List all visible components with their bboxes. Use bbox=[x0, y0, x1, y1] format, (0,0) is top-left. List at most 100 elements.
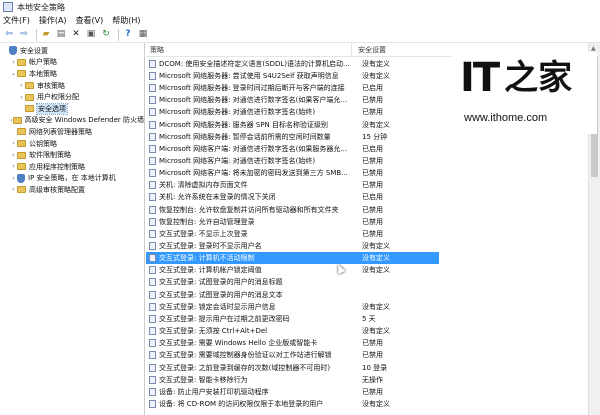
tree-item[interactable]: › 用户权限分配 bbox=[0, 91, 144, 103]
policy-row[interactable]: 交互式登录: 登录时不显示用户名 没有定义 bbox=[146, 240, 439, 252]
tree-item[interactable]: 安全选项 bbox=[0, 102, 144, 115]
tree-item[interactable]: 安全设置 bbox=[0, 45, 144, 57]
expand-chevron-icon[interactable]: ⌄ bbox=[10, 70, 17, 77]
tree-item[interactable]: › 软件限制策略 bbox=[0, 149, 144, 161]
policy-name: Microsoft 网络服务器: 尝试使用 S4U2Self 获取声明信息 bbox=[159, 71, 339, 80]
column-header-setting[interactable]: 安全设置 bbox=[352, 45, 386, 55]
policy-icon bbox=[149, 71, 156, 80]
policy-row[interactable]: Microsoft 网络服务器: 对通信进行数字签名(始终) 已禁用 bbox=[146, 107, 439, 119]
expand-chevron-icon[interactable]: › bbox=[18, 94, 25, 101]
tree-item[interactable]: › IP 安全策略，在 本地计算机 bbox=[0, 173, 144, 185]
folder-icon bbox=[17, 163, 26, 171]
policy-row[interactable]: 交互式登录: 提示用户在过期之前更改密码 5 天 bbox=[146, 313, 439, 325]
policy-icon bbox=[149, 108, 156, 117]
policy-setting: 15 分钟 bbox=[362, 132, 388, 141]
policy-setting: 没有定义 bbox=[362, 59, 390, 68]
tree-item[interactable]: 网络列表管理器策略 bbox=[0, 126, 144, 138]
tree-item[interactable]: › 高级审核策略配置 bbox=[0, 184, 144, 196]
tree-item-label: 网络列表管理器策略 bbox=[29, 127, 92, 136]
tree-item-label: 高级审核策略配置 bbox=[29, 185, 85, 194]
expand-chevron-icon[interactable]: › bbox=[18, 82, 25, 89]
tree-item[interactable]: ⌄ 本地策略 bbox=[0, 68, 144, 80]
policy-row[interactable]: Microsoft 网络服务器: 登录时间过期后断开与客户端的连接 已启用 bbox=[146, 82, 439, 94]
policy-row[interactable]: 交互式登录: 无须按 Ctrl+Alt+Del 没有定义 bbox=[146, 325, 439, 337]
policy-icon bbox=[149, 266, 156, 275]
policy-icon bbox=[149, 387, 156, 396]
tree-item-label: 软件限制策略 bbox=[29, 151, 71, 160]
policy-row[interactable]: 交互式登录: 之前登录到缓存的次数(域控制器不可用时) 10 登录 bbox=[146, 362, 439, 374]
export-icon[interactable]: ▣ bbox=[85, 29, 97, 41]
delete-icon[interactable]: ✕ bbox=[70, 29, 82, 41]
expand-chevron-icon[interactable]: › bbox=[10, 152, 17, 159]
view-icon[interactable]: ▦ bbox=[137, 29, 149, 41]
policy-name: Microsoft 网络服务器: 服务器 SPN 目标名称验证级别 bbox=[159, 120, 329, 129]
policy-name: Microsoft 网络客户端: 将未加密的密码发送到第三方 SMB... bbox=[159, 169, 348, 178]
menu-help[interactable]: 帮助(H) bbox=[112, 15, 140, 26]
tree-item[interactable]: › 应用程序控制策略 bbox=[0, 161, 144, 173]
tree-item-label: 安全设置 bbox=[20, 46, 48, 55]
expand-chevron-icon[interactable]: › bbox=[10, 186, 17, 193]
policy-row[interactable]: 关机: 允许系统在未登录的情况下关闭 已启用 bbox=[146, 192, 439, 204]
policy-row[interactable]: 交互式登录: 需要 Windows Hello 企业版或智能卡 已禁用 bbox=[146, 337, 439, 349]
refresh-icon[interactable]: ↻ bbox=[100, 29, 112, 41]
policy-name: 交互式登录: 锁定会话时显示用户信息 bbox=[159, 302, 276, 311]
policy-row[interactable]: 关机: 清除虚拟内存页面文件 已禁用 bbox=[146, 180, 439, 192]
policy-name: 设备: 防止用户安装打印机驱动程序 bbox=[159, 387, 269, 396]
policy-row[interactable]: Microsoft 网络客户端: 对通信进行数字签名(如果服务器允... 已启用 bbox=[146, 143, 439, 155]
policy-row[interactable]: Microsoft 网络客户端: 将未加密的密码发送到第三方 SMB... 已禁用 bbox=[146, 167, 439, 179]
policy-name: 关机: 清除虚拟内存页面文件 bbox=[159, 181, 248, 190]
policy-name: 交互式登录: 试图登录的用户的消息文本 bbox=[159, 290, 283, 299]
help-icon[interactable]: ? bbox=[122, 29, 134, 41]
policy-row[interactable]: Microsoft 网络服务器: 暂停会话前所需的空闲时间数量 15 分钟 bbox=[146, 131, 439, 143]
menu-file[interactable]: 文件(F) bbox=[3, 15, 30, 26]
policy-row[interactable]: 交互式登录: 智能卡移除行为 无操作 bbox=[146, 374, 439, 386]
policy-row[interactable]: 交互式登录: 锁定会话时显示用户信息 没有定义 bbox=[146, 301, 439, 313]
policy-icon bbox=[149, 229, 156, 238]
policy-row[interactable]: 恢复控制台: 允许软盘复制并访问所有驱动器和所有文件夹 已禁用 bbox=[146, 204, 439, 216]
watermark-url: www.ithome.com bbox=[464, 112, 548, 124]
policy-row[interactable]: Microsoft 网络服务器: 服务器 SPN 目标名称验证级别 没有定义 bbox=[146, 119, 439, 131]
tree-item[interactable]: › 审核策略 bbox=[0, 80, 144, 92]
properties-icon[interactable]: ▤ bbox=[55, 29, 67, 41]
policy-setting: 没有定义 bbox=[362, 120, 390, 129]
policy-row[interactable]: 交互式登录: 需要域控制器身份验证以对工作站进行解锁 已禁用 bbox=[146, 350, 439, 362]
policy-name: 交互式登录: 智能卡移除行为 bbox=[159, 375, 248, 384]
expand-chevron-icon[interactable]: › bbox=[10, 59, 17, 66]
policy-name: Microsoft 网络客户端: 对通信进行数字签名(如果服务器允... bbox=[159, 144, 348, 153]
tree-item-label: IP 安全策略，在 本地计算机 bbox=[28, 174, 116, 183]
menu-view[interactable]: 查看(V) bbox=[76, 15, 104, 26]
expand-chevron-icon[interactable]: › bbox=[10, 175, 17, 182]
menu-action[interactable]: 操作(A) bbox=[39, 15, 67, 26]
folder-up-icon[interactable]: ▰ bbox=[40, 29, 52, 41]
policy-row[interactable]: Microsoft 网络服务器: 尝试使用 S4U2Self 获取声明信息 没有定… bbox=[146, 70, 439, 82]
expand-chevron-icon[interactable]: › bbox=[10, 163, 17, 170]
forward-arrow-icon[interactable]: ⇨ bbox=[18, 29, 30, 41]
window-title: 本地安全策略 bbox=[17, 2, 65, 12]
shield-icon bbox=[17, 173, 25, 183]
back-arrow-icon[interactable]: ⇦ bbox=[3, 29, 15, 41]
policy-row[interactable]: DCOM: 使用安全描述符定义语言(SDDL)语法的计算机启动... 没有定义 bbox=[146, 58, 439, 70]
policy-row[interactable]: 交互式登录: 试图登录的用户的消息文本 bbox=[146, 289, 439, 301]
policy-row[interactable]: 交互式登录: 计算机不活动限制 没有定义 bbox=[146, 252, 439, 264]
policy-row[interactable]: Microsoft 网络客户端: 对通信进行数字签名(始终) 已禁用 bbox=[146, 155, 439, 167]
scroll-up-icon[interactable]: ▲ bbox=[591, 45, 596, 52]
tree-item[interactable]: › 帐户策略 bbox=[0, 57, 144, 69]
policy-row[interactable]: 交互式登录: 计算机帐户锁定阈值 没有定义 bbox=[146, 265, 439, 277]
tree-item[interactable]: › 公钥策略 bbox=[0, 138, 144, 150]
policy-setting: 已启用 bbox=[362, 84, 383, 93]
policy-row[interactable]: Microsoft 网络服务器: 对通信进行数字签名(如果客户端允... 已禁用 bbox=[146, 94, 439, 106]
policy-row[interactable]: 设备: 防止用户安装打印机驱动程序 已禁用 bbox=[146, 386, 439, 398]
policy-row[interactable]: 设备: 将 CD-ROM 的访问权限仅限于本地登录的用户 没有定义 bbox=[146, 398, 439, 410]
expand-chevron-icon[interactable]: › bbox=[10, 140, 17, 147]
column-header-policy[interactable]: 策略 bbox=[146, 43, 352, 56]
policy-icon bbox=[149, 339, 156, 348]
policy-icon bbox=[149, 120, 156, 129]
policy-icon bbox=[149, 290, 156, 299]
policy-row[interactable]: 恢复控制台: 允许自动管理登录 已禁用 bbox=[146, 216, 439, 228]
policy-name: DCOM: 使用安全描述符定义语言(SDDL)语法的计算机启动... bbox=[159, 59, 350, 68]
tree-item[interactable]: › 高级安全 Windows Defender 防火墙 bbox=[0, 115, 144, 127]
policy-row[interactable]: 交互式登录: 试图登录的用户的消息标题 bbox=[146, 277, 439, 289]
policy-row[interactable]: 交互式登录: 不显示上次登录 已禁用 bbox=[146, 228, 439, 240]
policy-name: Microsoft 网络服务器: 暂停会话前所需的空闲时间数量 bbox=[159, 132, 331, 141]
policy-setting: 无操作 bbox=[362, 375, 383, 384]
